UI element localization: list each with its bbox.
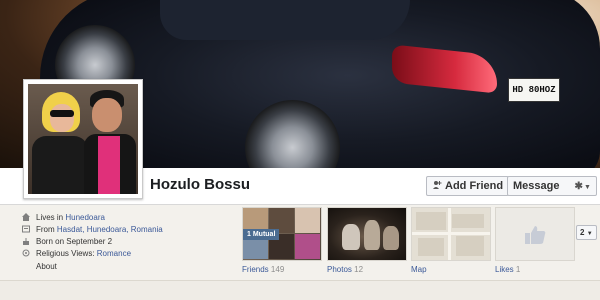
about-link[interactable]: About [36,262,57,271]
photos-link[interactable]: Photos 12 [327,265,363,274]
add-friend-button[interactable]: Add Friend [426,176,510,196]
likes-count: 1 [515,265,521,274]
religion-icon [22,249,30,257]
more-count: 2 [580,228,585,237]
info-lives-prefix: Lives in [36,212,64,222]
message-label: Message [513,180,560,192]
profile-page: HD 80HOZ Hozulo Bossu Add Friend Message… [0,0,600,300]
info-from-prefix: From [36,224,55,234]
birthday-icon [23,238,29,245]
home-icon [22,213,30,221]
add-friend-label: Add Friend [445,180,504,192]
friends-label: Friends [242,265,269,274]
profile-picture[interactable] [23,79,143,199]
info-born-text: Born on September 2 [36,236,113,246]
info-lives-in: Lives in Hunedoara [22,211,237,223]
bottom-strip [0,280,600,300]
likes-label: Likes [495,265,514,274]
photos-count: 12 [354,265,364,274]
profile-photo [28,84,138,194]
photos-tile[interactable] [327,207,407,261]
message-button[interactable]: Message ✱▼ [507,176,597,196]
photos-label: Photos [327,265,352,274]
friends-tile[interactable]: 1 Mutual [242,207,322,261]
chevron-down-icon: ▼ [586,231,593,237]
info-religion: Religious Views: Romance [22,247,237,259]
likes-tile[interactable] [495,207,575,261]
info-religious-prefix: Religious Views: [36,248,95,258]
chevron-down-icon: ▼ [583,184,591,191]
info-born: Born on September 2 [22,235,237,247]
license-plate: HD 80HOZ [508,78,560,102]
car-window [160,0,410,40]
map-link[interactable]: Map [411,265,427,274]
location-icon [22,225,30,233]
more-sections-button[interactable]: 2 ▼ [576,225,597,240]
profile-info-list: Lives in Hunedoara From Hasdat, Hunedoar… [22,211,237,259]
religious-link[interactable]: Romance [97,249,131,258]
info-from: From Hasdat, Hunedoara, Romania [22,223,237,235]
likes-link[interactable]: Likes 1 [495,265,520,274]
friends-link[interactable]: Friends 149 [242,265,284,274]
add-friend-icon [433,181,442,189]
map-tile[interactable] [411,207,491,261]
from-link[interactable]: Hasdat, Hunedoara, Romania [57,225,163,234]
like-thumb-icon [525,226,546,244]
profile-name[interactable]: Hozulo Bossu [150,176,250,193]
friends-count: 149 [270,265,285,274]
gear-icon[interactable]: ✱ [575,178,583,196]
mutual-friends-badge: 1 Mutual [243,229,280,240]
lives-in-link[interactable]: Hunedoara [65,213,105,222]
